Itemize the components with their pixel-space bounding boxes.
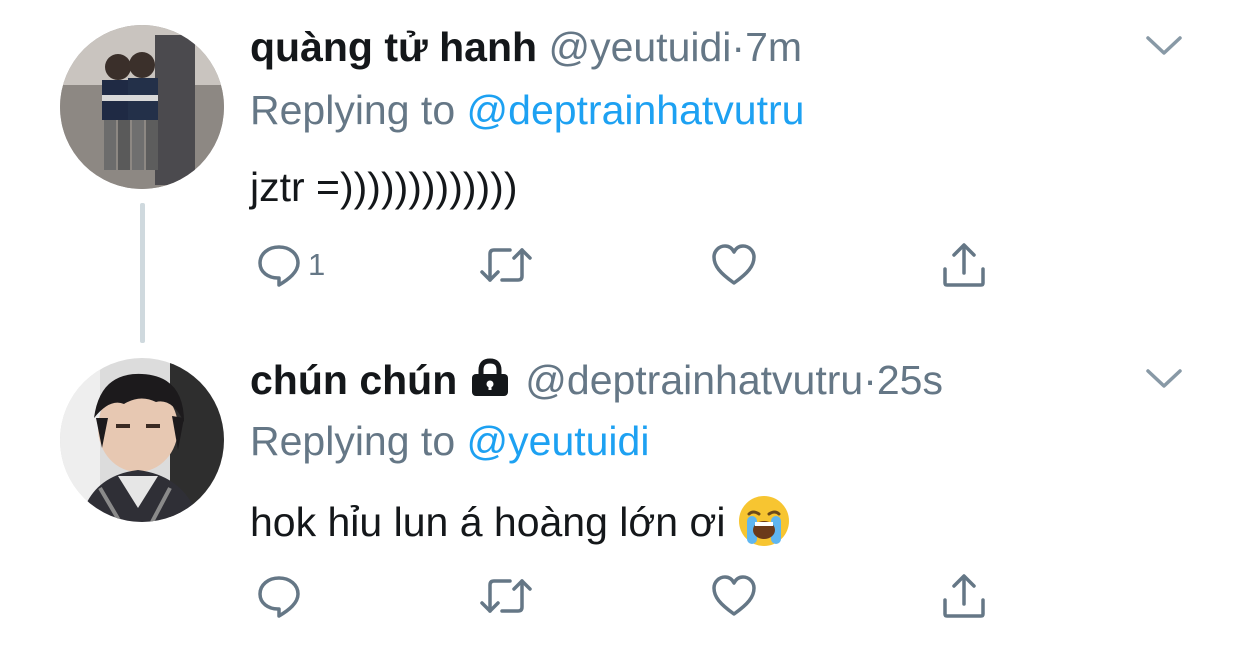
reply-button[interactable] <box>256 570 308 622</box>
retweet-button[interactable] <box>478 239 534 291</box>
reply-icon <box>258 245 300 287</box>
separator-dot: · <box>731 24 746 70</box>
replying-to: Replying to @yeutuidi <box>250 417 649 465</box>
tweet-text: jztr =))))))))))))) <box>250 164 518 210</box>
display-name[interactable]: quàng tử hanh <box>250 24 537 70</box>
retweet-button[interactable] <box>478 570 534 622</box>
tweet-1[interactable]: quàng tử hanh @yeutuidi·7m Replying to @… <box>0 0 1242 343</box>
tweet-2[interactable]: chún chún @deptrainhatvutru·25s Replying… <box>0 320 1242 648</box>
user-handle[interactable]: @deptrainhatvutru <box>525 357 863 403</box>
retweet-icon <box>480 248 532 282</box>
share-icon <box>943 243 985 287</box>
timestamp[interactable]: 7m <box>745 24 802 70</box>
separator-dot: · <box>863 357 877 403</box>
reply-button[interactable]: 1 <box>256 239 325 291</box>
share-button[interactable] <box>940 239 988 291</box>
timestamp[interactable]: 25s <box>877 357 943 403</box>
heart-icon <box>712 575 756 616</box>
loudly-crying-face-icon <box>739 496 790 546</box>
lock-icon <box>472 358 509 396</box>
mention-link[interactable]: @yeutuidi <box>467 418 650 464</box>
replying-to: Replying to @deptrainhatvutru <box>250 86 804 134</box>
like-button[interactable] <box>710 239 758 291</box>
display-name[interactable]: chún chún <box>250 357 457 403</box>
mention-link[interactable]: @deptrainhatvutru <box>467 87 805 133</box>
chevron-down-icon[interactable] <box>1144 367 1184 391</box>
share-button[interactable] <box>940 570 988 622</box>
chevron-down-icon[interactable] <box>1144 34 1184 58</box>
tweet-header: quàng tử hanh @yeutuidi·7m <box>250 23 802 71</box>
replying-prefix: Replying to <box>250 418 467 464</box>
share-icon <box>943 574 985 618</box>
user-handle[interactable]: @yeutuidi <box>548 24 731 70</box>
avatar[interactable] <box>60 25 224 189</box>
avatar[interactable] <box>60 358 224 522</box>
tweet-header: chún chún @deptrainhatvutru·25s <box>250 356 943 404</box>
reply-icon <box>258 576 300 618</box>
action-bar: 1 <box>250 239 1010 291</box>
heart-icon <box>712 244 756 285</box>
action-bar <box>250 570 1010 622</box>
retweet-icon <box>480 579 532 613</box>
reply-count: 1 <box>308 247 326 282</box>
tweet-text: hok hỉu lun á hoàng lớn ơi <box>250 499 726 545</box>
replying-prefix: Replying to <box>250 87 467 133</box>
tweet-text-line: hok hỉu lun á hoàng lớn ơi <box>250 494 791 548</box>
like-button[interactable] <box>710 570 758 622</box>
